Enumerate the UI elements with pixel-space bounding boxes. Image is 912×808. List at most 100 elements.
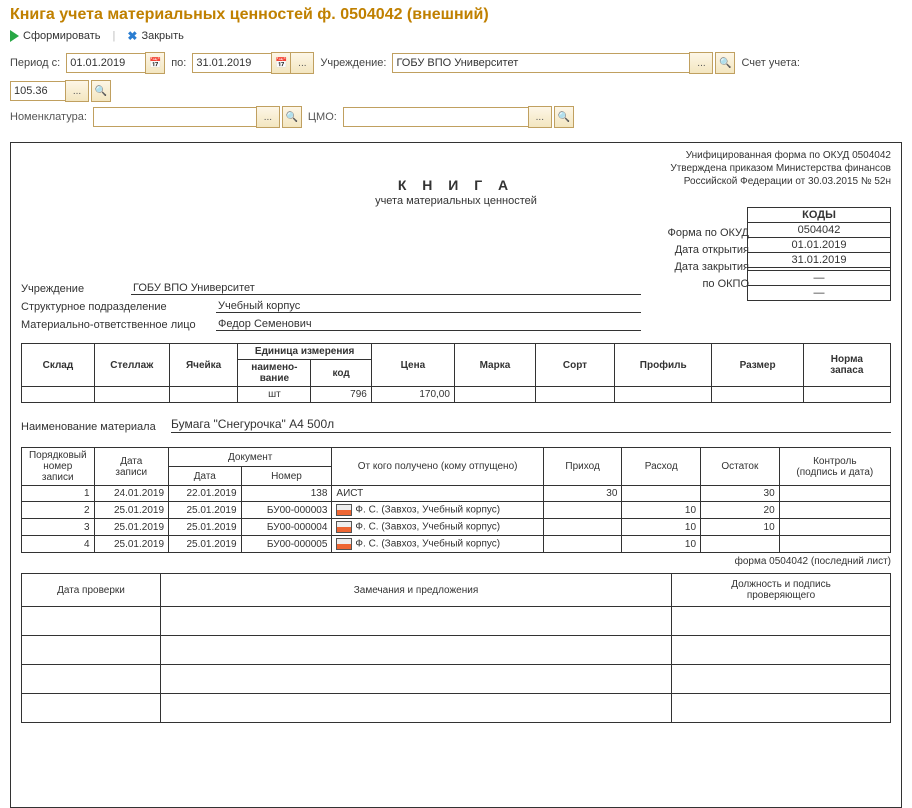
form-meta: Унифицированная форма по ОКУД 0504042 Ут… bbox=[670, 149, 891, 188]
date-from-input[interactable] bbox=[66, 53, 146, 73]
th: Документ bbox=[169, 448, 332, 467]
nom-select-button[interactable]: ... bbox=[256, 106, 280, 128]
org-block: Учреждение ГОБУ ВПО Университет Структур… bbox=[21, 277, 641, 331]
calendar-icon[interactable]: 📅 bbox=[271, 52, 291, 74]
td: шт bbox=[238, 387, 311, 403]
th: Стеллаж bbox=[94, 344, 169, 387]
material-name-row: Наименование материала Бумага "Снегурочк… bbox=[21, 413, 891, 433]
meta-line: Утверждена приказом Министерства финансо… bbox=[670, 162, 891, 175]
calendar-icon[interactable]: 📅 bbox=[145, 52, 165, 74]
play-icon bbox=[10, 30, 19, 42]
cmo-label: ЦМО: bbox=[308, 111, 337, 123]
form-footer-note: форма 0504042 (последний лист) bbox=[21, 556, 891, 567]
th: наимено- вание bbox=[238, 360, 311, 387]
doc-icon bbox=[336, 521, 352, 533]
codes-label: Дата закрытия bbox=[668, 259, 750, 276]
report-subtitle: учета материальных ценностей bbox=[21, 195, 891, 207]
dimensions-table: Склад Стеллаж Ячейка Единица измерения Ц… bbox=[21, 343, 891, 403]
table-row: 225.01.201925.01.2019БУ00-000003Ф. С. (З… bbox=[22, 502, 891, 519]
th: Расход bbox=[622, 448, 701, 486]
codes-value: 01.01.2019 bbox=[748, 238, 891, 253]
th: Должность и подпись проверяющего bbox=[672, 574, 891, 607]
codes-header: КОДЫ bbox=[748, 208, 891, 223]
doc-icon bbox=[336, 538, 352, 550]
close-icon: ✖ bbox=[127, 30, 137, 42]
meta-line: Унифицированная форма по ОКУД 0504042 bbox=[670, 149, 891, 162]
param-row-1: Период с: 📅 по: 📅 ... Учреждение: ... 🔍 … bbox=[0, 48, 912, 104]
acc-select-button[interactable]: ... bbox=[65, 80, 89, 102]
codes-value: — bbox=[748, 271, 891, 286]
th: Единица измерения bbox=[238, 344, 371, 360]
close-label: Закрыть bbox=[141, 30, 183, 42]
th: От кого получено (кому отпущено) bbox=[332, 448, 543, 486]
nom-input[interactable] bbox=[93, 107, 257, 127]
th: Приход bbox=[543, 448, 622, 486]
th: Склад bbox=[22, 344, 95, 387]
codes-label: Форма по ОКУД bbox=[668, 225, 750, 242]
cmo-select-button[interactable]: ... bbox=[528, 106, 552, 128]
codes-label: Дата открытия bbox=[668, 242, 750, 259]
report-area: Унифицированная форма по ОКУД 0504042 Ут… bbox=[10, 142, 902, 808]
acc-input[interactable] bbox=[10, 81, 66, 101]
window-title: Книга учета материальных ценностей ф. 05… bbox=[0, 0, 912, 28]
th: Марка bbox=[454, 344, 535, 387]
movements-table: Порядковый номер записи Дата записи Доку… bbox=[21, 447, 891, 553]
th: Профиль bbox=[614, 344, 711, 387]
acc-search-button[interactable]: 🔍 bbox=[91, 80, 111, 102]
nom-label: Номенклатура: bbox=[10, 111, 87, 123]
acc-label: Счет учета: bbox=[741, 57, 799, 69]
td: 170,00 bbox=[371, 387, 454, 403]
org-label: Материально-ответственное лицо bbox=[21, 319, 216, 331]
th: Порядковый номер записи bbox=[22, 448, 95, 486]
table-row: 425.01.201925.01.2019БУ00-000005Ф. С. (З… bbox=[22, 536, 891, 553]
th: Дата bbox=[169, 467, 242, 486]
close-button[interactable]: ✖ Закрыть bbox=[127, 30, 183, 42]
cmo-search-button[interactable]: 🔍 bbox=[554, 106, 574, 128]
th: Дата записи bbox=[94, 448, 169, 486]
org-value: ГОБУ ВПО Университет bbox=[131, 282, 641, 295]
td: 796 bbox=[311, 387, 372, 403]
org-value: Учебный корпус bbox=[216, 300, 641, 313]
generate-button[interactable]: Сформировать bbox=[10, 30, 101, 42]
doc-icon bbox=[336, 504, 352, 516]
codes-value: 31.01.2019 bbox=[748, 253, 891, 268]
audit-table: Дата проверки Замечания и предложения До… bbox=[21, 573, 891, 723]
period-picker-button[interactable]: ... bbox=[290, 52, 314, 74]
th: Дата проверки bbox=[22, 574, 161, 607]
codes-label: по ОКПО bbox=[668, 276, 750, 293]
th: Ячейка bbox=[169, 344, 238, 387]
param-row-2: Номенклатура: ... 🔍 ЦМО: ... 🔍 bbox=[0, 104, 912, 136]
generate-label: Сформировать bbox=[23, 30, 101, 42]
material-value: Бумага "Снегурочка" А4 500л bbox=[171, 417, 891, 433]
th: Остаток bbox=[701, 448, 780, 486]
material-label: Наименование материала bbox=[21, 421, 171, 433]
th: Контроль (подпись и дата) bbox=[779, 448, 890, 486]
table-row: 325.01.201925.01.2019БУ00-000004Ф. С. (З… bbox=[22, 519, 891, 536]
period-from-label: Период с: bbox=[10, 57, 60, 69]
toolbar: Сформировать | ✖ Закрыть bbox=[0, 28, 912, 48]
cmo-input[interactable] bbox=[343, 107, 529, 127]
date-to-input[interactable] bbox=[192, 53, 272, 73]
codes-block: КОДЫ 0504042 01.01.2019 31.01.2019 — — bbox=[747, 207, 891, 301]
codes-labels: Форма по ОКУД Дата открытия Дата закрыти… bbox=[668, 225, 750, 293]
separator: | bbox=[113, 30, 116, 42]
th: Норма запаса bbox=[803, 344, 890, 387]
org-search-button[interactable]: 🔍 bbox=[715, 52, 735, 74]
org-label: Учреждение: bbox=[320, 57, 386, 69]
codes-value: — bbox=[748, 286, 891, 301]
th: Номер bbox=[241, 467, 332, 486]
th: Замечания и предложения bbox=[161, 574, 672, 607]
nom-search-button[interactable]: 🔍 bbox=[282, 106, 302, 128]
org-value: Федор Семенович bbox=[216, 318, 641, 331]
th: код bbox=[311, 360, 372, 387]
table-row: 124.01.201922.01.2019138АИСТ3030 bbox=[22, 486, 891, 502]
meta-line: Российской Федерации от 30.03.2015 № 52н bbox=[670, 175, 891, 188]
th: Цена bbox=[371, 344, 454, 387]
codes-value: 0504042 bbox=[748, 223, 891, 238]
org-input[interactable] bbox=[392, 53, 690, 73]
org-select-button[interactable]: ... bbox=[689, 52, 713, 74]
org-label: Структурное подразделение bbox=[21, 301, 216, 313]
th: Сорт bbox=[535, 344, 614, 387]
period-to-label: по: bbox=[171, 57, 186, 69]
th: Размер bbox=[712, 344, 803, 387]
